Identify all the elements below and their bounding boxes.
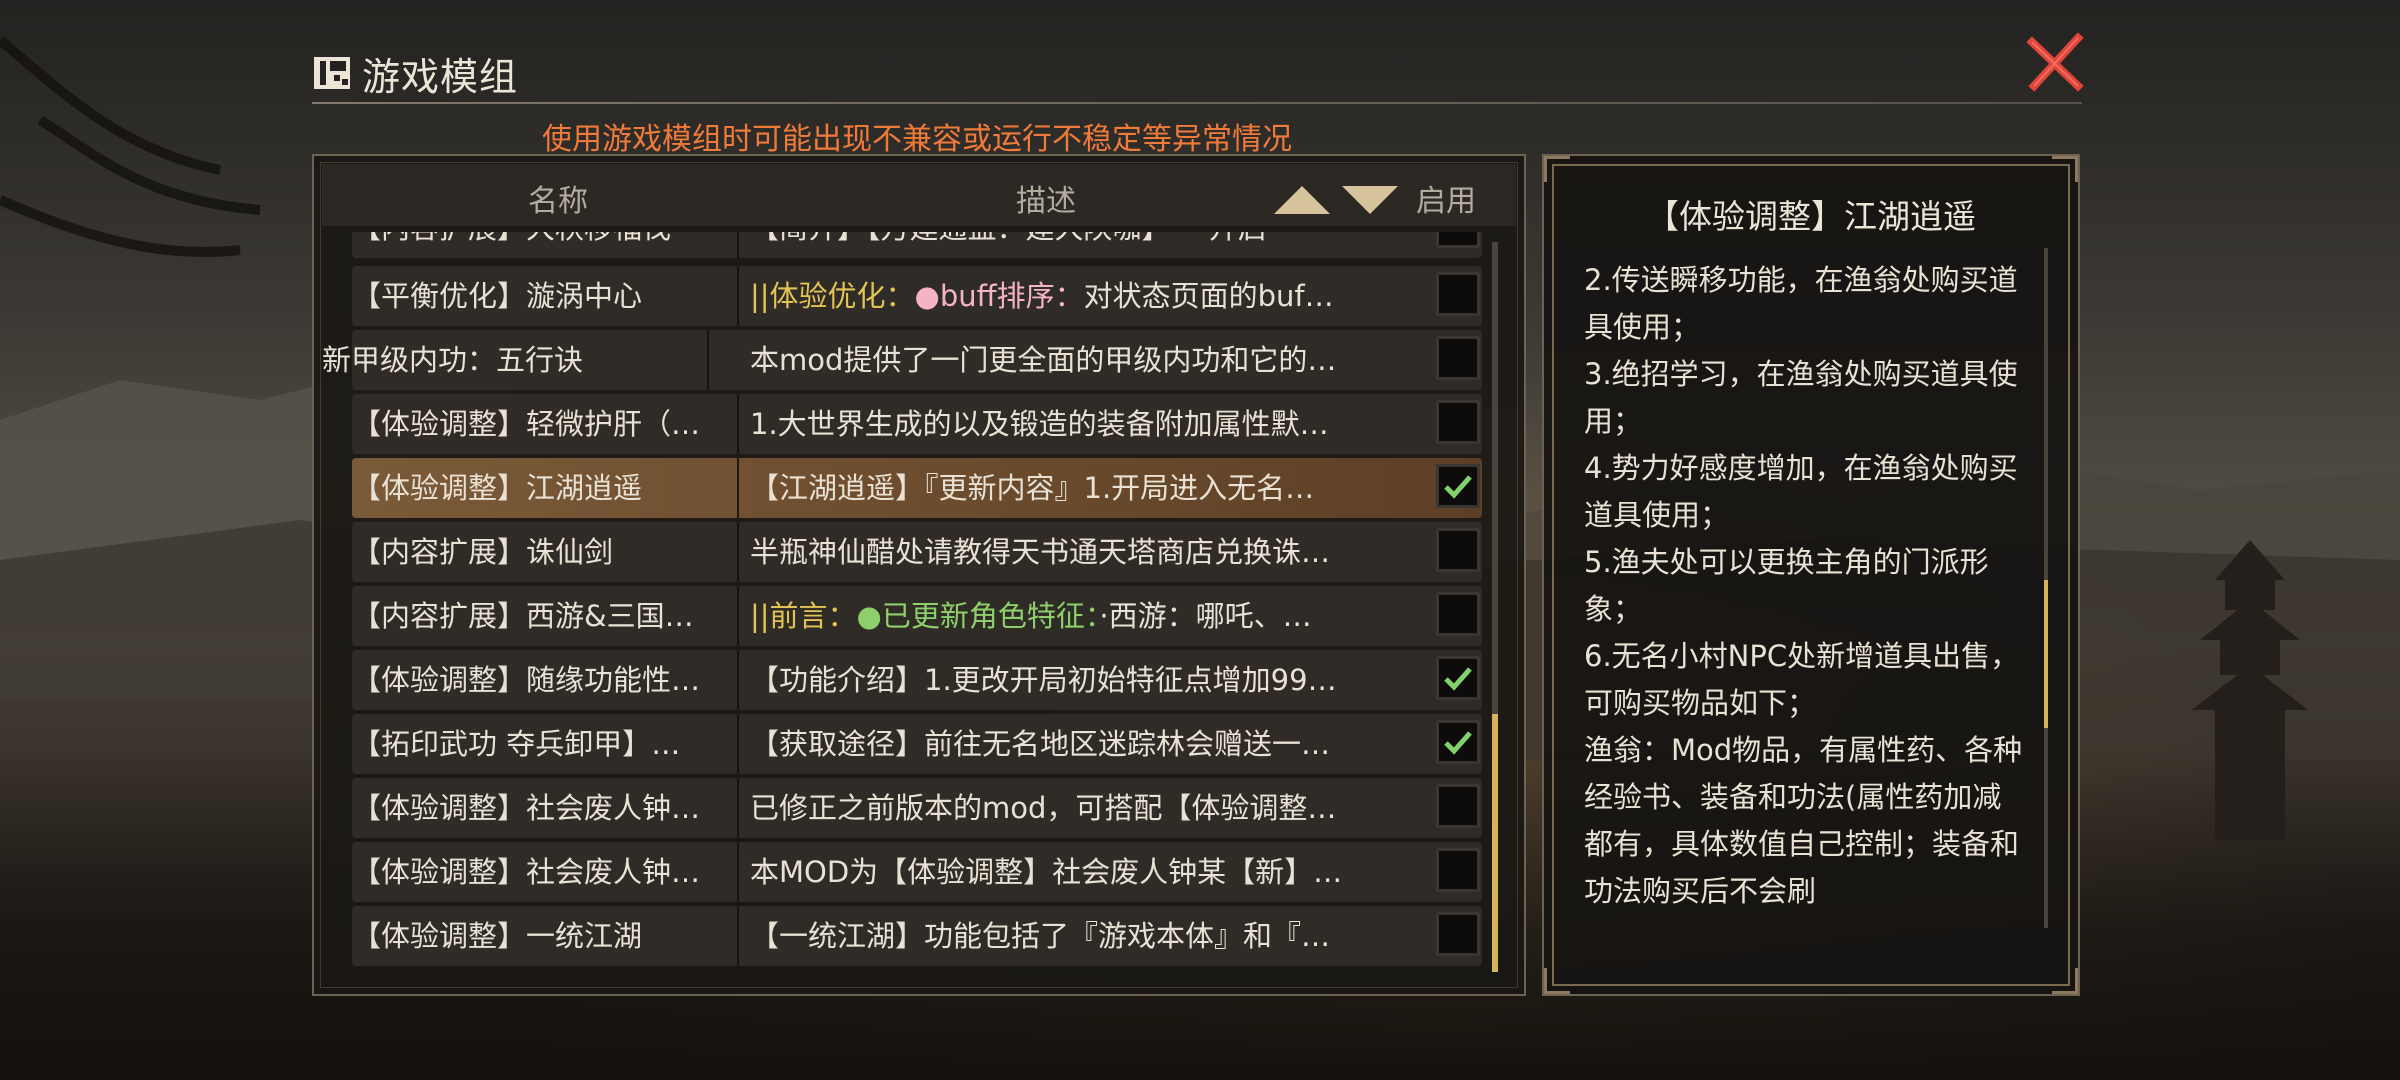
mod-name: 【体验调整】一统江湖 xyxy=(352,906,739,966)
frame-corner xyxy=(1544,156,1570,182)
page-title: 游戏模组 xyxy=(362,54,519,99)
desc-segment: ||体验优化： xyxy=(750,279,915,313)
enable-checkbox[interactable] xyxy=(1436,720,1480,764)
table-row[interactable]: 【体验调整】随缘功能性… 【功能介绍】1.更改开局初始特征点增加99… xyxy=(352,650,1482,710)
mod-name: 【平衡优化】漩涡中心 xyxy=(352,266,739,326)
triangle-up-icon[interactable] xyxy=(1274,186,1330,214)
mod-name: 【体验调整】轻微护肝（… xyxy=(352,394,739,454)
close-icon[interactable] xyxy=(2024,30,2088,94)
enable-checkbox[interactable] xyxy=(1436,400,1480,444)
list-scrollbar-thumb[interactable] xyxy=(1492,714,1498,972)
desc-segment: ·西游：哪吒、… xyxy=(1099,599,1312,633)
detail-title: 【体验调整】江湖逍遥 xyxy=(1646,197,1976,236)
enable-checkbox[interactable] xyxy=(1436,912,1480,956)
detail-line: 渔翁：Mod物品，有属性药、各种经验书、装备和功法(属性药加减都有，具体数值自己… xyxy=(1584,733,2023,908)
mod-description: 1.大世界生成的以及锻造的装备附加属性默… xyxy=(750,407,1329,441)
mod-name: 【内容扩展】西游&三国… xyxy=(352,586,739,646)
table-row[interactable]: 新甲级内功：五行诀 本mod提供了一门更全面的甲级内功和它的… xyxy=(322,330,1482,390)
enable-checkbox[interactable] xyxy=(1436,272,1480,316)
window-title-bar: 游戏模组 xyxy=(312,48,519,99)
table-row[interactable]: 【体验调整】轻微护肝（… 1.大世界生成的以及锻造的装备附加属性默… xyxy=(352,394,1482,454)
mod-description: 半瓶神仙醋处请教得天书通天塔商店兑换诛… xyxy=(750,535,1331,569)
enable-checkbox[interactable] xyxy=(1436,592,1480,636)
mod-name: 【体验调整】社会废人钟… xyxy=(352,778,739,838)
mod-description: 【江湖逍遥】『更新内容』1.开局进入无名… xyxy=(750,471,1315,505)
mod-list[interactable]: 【内容扩展】大秋移福伐 【简介】【万建通益：建大陕咖】 一开启 【平衡优化】漩涡… xyxy=(322,232,1492,922)
pagoda-silhouette xyxy=(2192,540,2308,840)
desc-segment: ● xyxy=(914,279,940,313)
detail-line: 4.势力好感度增加，在渔翁处购买道具使用； xyxy=(1584,451,2018,532)
column-header-name: 名称 xyxy=(528,184,588,219)
frame-corner xyxy=(1544,968,1570,994)
compatibility-warning: 使用游戏模组时可能出现不兼容或运行不稳定等异常情况 xyxy=(542,122,1292,157)
detail-scrollbar-thumb[interactable] xyxy=(2044,580,2048,728)
mod-detail-panel: 【体验调整】江湖逍遥 1.开局10个开局特征； 2.传送瞬移功能，在渔翁处购买道… xyxy=(1542,154,2080,996)
checkmark-icon xyxy=(1444,667,1472,691)
table-row[interactable]: 【拓印武功 夺兵卸甲】… 【获取途径】前往无名地区迷踪林会赠送一… xyxy=(352,714,1482,774)
desc-segment: ●已更新角色特征： xyxy=(856,599,1100,633)
enable-checkbox[interactable] xyxy=(1436,656,1480,700)
title-divider xyxy=(312,102,2082,104)
triangle-down-icon[interactable] xyxy=(1342,186,1398,214)
mod-description: 【获取途径】前往无名地区迷踪林会赠送一… xyxy=(750,727,1331,761)
checkmark-icon xyxy=(1444,731,1472,755)
frame-corner xyxy=(2052,968,2078,994)
checkmark-icon xyxy=(1444,475,1472,499)
table-row-selected[interactable]: 【体验调整】江湖逍遥 【江湖逍遥】『更新内容』1.开局进入无名… xyxy=(352,458,1482,518)
mod-description: 本mod提供了一门更全面的甲级内功和它的… xyxy=(750,343,1337,377)
detail-line: 6.无名小村NPC处新增道具出售，可购买物品如下； xyxy=(1584,639,2020,720)
mod-name: 【体验调整】随缘功能性… xyxy=(352,650,739,710)
detail-line: 3.绝招学习，在渔翁处购买道具使用； xyxy=(1584,357,2018,438)
enable-checkbox[interactable] xyxy=(1436,784,1480,828)
column-header-desc: 描述 xyxy=(1016,184,1076,219)
column-header-enabled: 启用 xyxy=(1416,184,1476,219)
detail-line: 1.开局10个开局特征； xyxy=(1584,248,2024,257)
table-row[interactable]: 【内容扩展】诛仙剑 半瓶神仙醋处请教得天书通天塔商店兑换诛… xyxy=(352,522,1482,582)
desc-segment: ||前言： xyxy=(750,599,857,633)
table-row[interactable]: 【平衡优化】漩涡中心 ||体验优化：●buff排序：对状态页面的buf… xyxy=(352,266,1482,326)
frame-corner xyxy=(2052,156,2078,182)
detail-line: 2.传送瞬移功能，在渔翁处购买道具使用； xyxy=(1584,263,2018,344)
mod-name: 【体验调整】江湖逍遥 xyxy=(352,458,739,518)
mod-description: 【简介】【万建通益：建大陕咖】 一开启 xyxy=(750,232,1390,258)
table-row[interactable]: 【内容扩展】大秋移福伐 【简介】【万建通益：建大陕咖】 一开启 xyxy=(352,232,1482,258)
enable-checkbox[interactable] xyxy=(1436,336,1480,380)
mod-description: ||体验优化：●buff排序：对状态页面的buf… xyxy=(750,266,1390,326)
mod-name: 【内容扩展】诛仙剑 xyxy=(352,522,739,582)
detail-line: 5.渔夫处可以更换主角的门派形象； xyxy=(1584,545,1989,626)
mod-icon xyxy=(314,57,350,89)
table-row[interactable]: 【体验调整】社会废人钟… 本MOD为【体验调整】社会废人钟某【新】… xyxy=(352,842,1482,902)
table-row[interactable]: 【体验调整】一统江湖 【一统江湖】功能包括了『游戏本体』和『… xyxy=(352,906,1482,966)
enable-checkbox[interactable] xyxy=(1436,528,1480,572)
detail-scroll-area[interactable]: 1.开局10个开局特征； 2.传送瞬移功能，在渔翁处购买道具使用； 3.绝招学习… xyxy=(1584,248,2024,948)
table-header: 名称 描述 启用 xyxy=(322,164,1516,226)
table-row[interactable]: 【内容扩展】西游&三国… ||前言：●已更新角色特征：·西游：哪吒、… xyxy=(352,586,1482,646)
enable-checkbox[interactable] xyxy=(1436,232,1480,248)
mod-description: 已修正之前版本的mod，可搭配【体验调整… xyxy=(750,791,1337,825)
mod-name: 新甲级内功：五行诀 xyxy=(322,330,709,390)
mod-description: ||前言：●已更新角色特征：·西游：哪吒、… xyxy=(750,586,1390,646)
mod-name: 【拓印武功 夺兵卸甲】… xyxy=(352,714,739,774)
mod-list-panel: 名称 描述 启用 【内容扩展】大秋移福伐 【简介】【万建通益：建大陕咖】 一开启… xyxy=(312,154,1526,996)
mod-name: 【体验调整】社会废人钟… xyxy=(352,842,739,902)
mod-description: 【功能介绍】1.更改开局初始特征点增加99… xyxy=(750,663,1337,697)
desc-segment: 对状态页面的buf… xyxy=(1083,279,1334,313)
mod-description: 本MOD为【体验调整】社会废人钟某【新】… xyxy=(750,855,1343,889)
enable-checkbox[interactable] xyxy=(1436,848,1480,892)
desc-segment: buff排序： xyxy=(939,279,1084,313)
table-row[interactable]: 【体验调整】社会废人钟… 已修正之前版本的mod，可搭配【体验调整… xyxy=(352,778,1482,838)
detail-description: 1.开局10个开局特征； 2.传送瞬移功能，在渔翁处购买道具使用； 3.绝招学习… xyxy=(1584,248,2024,915)
enable-checkbox[interactable] xyxy=(1436,464,1480,508)
mod-description: 【一统江湖】功能包括了『游戏本体』和『… xyxy=(750,919,1331,953)
mod-name: 【内容扩展】大秋移福伐 xyxy=(352,232,739,258)
